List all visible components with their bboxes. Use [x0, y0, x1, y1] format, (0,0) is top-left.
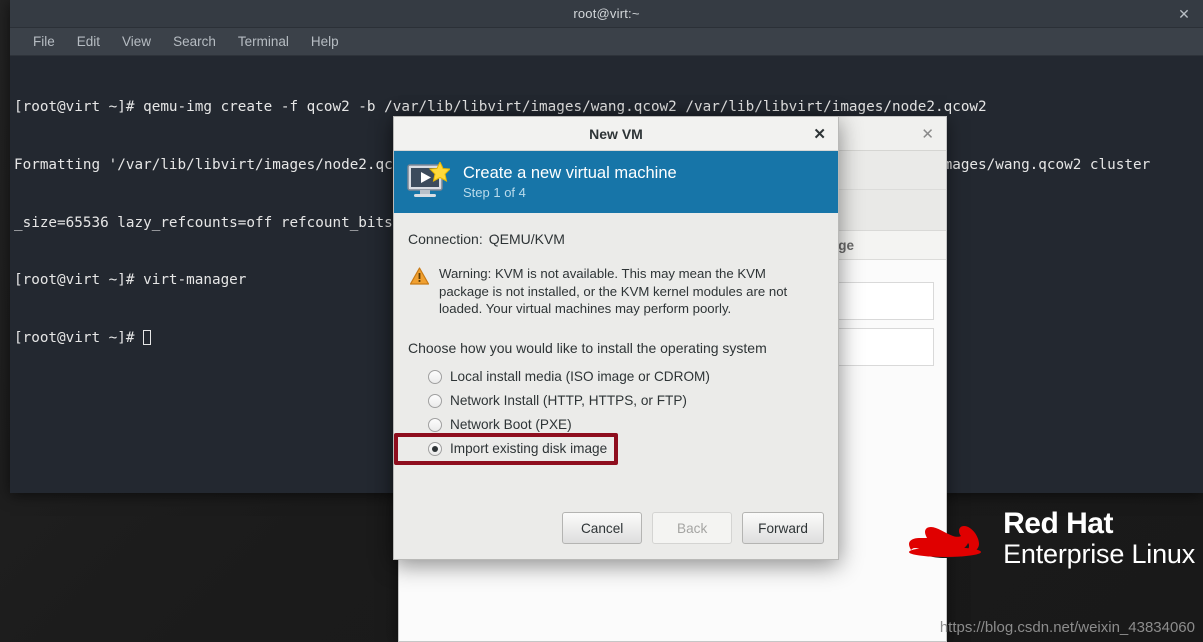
- connection-label: Connection:: [408, 231, 483, 247]
- radio-network-install[interactable]: Network Install (HTTP, HTTPS, or FTP): [428, 389, 824, 413]
- menu-help[interactable]: Help: [300, 31, 350, 52]
- terminal-title: root@virt:~: [573, 6, 640, 21]
- banner-title: Create a new virtual machine: [463, 164, 677, 182]
- radio-local-install-media[interactable]: Local install media (ISO image or CDROM): [428, 365, 824, 389]
- banner-step: Step 1 of 4: [463, 185, 526, 200]
- dialog-titlebar: New VM ✕: [394, 117, 838, 151]
- close-icon[interactable]: ✕: [1175, 5, 1193, 23]
- radio-network-boot-pxe[interactable]: Network Boot (PXE): [428, 413, 824, 437]
- red-hat-branding: Red Hat Enterprise Linux: [899, 508, 1195, 569]
- install-method-radio-group: Local install media (ISO image or CDROM)…: [394, 365, 824, 465]
- watermark: https://blog.csdn.net/weixin_43834060: [939, 619, 1195, 636]
- connection-value: QEMU/KVM: [488, 231, 565, 247]
- radio-label: Local install media (ISO image or CDROM): [450, 369, 710, 384]
- banner-text-group: Create a new virtual machine Step 1 of 4: [463, 164, 677, 200]
- screen: root@virt:~ ✕ File Edit View Search Term…: [0, 0, 1203, 642]
- radio-button-icon[interactable]: [428, 393, 442, 408]
- back-button: Back: [652, 512, 733, 544]
- menu-search[interactable]: Search: [162, 31, 227, 52]
- close-icon[interactable]: ✕: [921, 125, 934, 143]
- brand-line-2: Enterprise Linux: [1003, 539, 1195, 570]
- dialog-title: New VM: [589, 125, 643, 142]
- dialog-body: Connection: QEMU/KVM Warning: KVM is not …: [394, 213, 838, 497]
- new-vm-dialog: New VM ✕ Create a new virtual machine St…: [393, 116, 839, 560]
- menu-view[interactable]: View: [111, 31, 162, 52]
- close-icon[interactable]: ✕: [813, 125, 826, 143]
- brand-line-1: Red Hat: [1003, 507, 1113, 541]
- radio-label: Network Boot (PXE): [450, 417, 572, 432]
- menu-edit[interactable]: Edit: [66, 31, 111, 52]
- red-hat-fedora-icon: [899, 508, 991, 569]
- radio-button-icon[interactable]: [428, 417, 442, 432]
- radio-import-existing-disk-image[interactable]: Import existing disk image: [428, 437, 824, 461]
- kvm-warning: Warning: KVM is not available. This may …: [408, 265, 824, 318]
- radio-button-icon[interactable]: [428, 441, 442, 456]
- radio-label: Network Install (HTTP, HTTPS, or FTP): [450, 393, 687, 408]
- dialog-footer: Cancel Back Forward: [394, 497, 838, 559]
- cancel-button[interactable]: Cancel: [562, 512, 643, 544]
- choose-install-label: Choose how you would like to install the…: [408, 339, 767, 356]
- dialog-banner: Create a new virtual machine Step 1 of 4: [394, 151, 838, 213]
- forward-button[interactable]: Forward: [742, 512, 824, 544]
- terminal-prompt: [root@virt ~]#: [14, 329, 144, 346]
- terminal-cursor: [143, 329, 152, 345]
- connection-row: Connection: QEMU/KVM: [408, 231, 824, 247]
- brand-text: Red Hat Enterprise Linux: [1003, 508, 1195, 568]
- terminal-menubar: File Edit View Search Terminal Help: [10, 28, 1203, 56]
- menu-terminal[interactable]: Terminal: [227, 31, 300, 52]
- radio-label: Import existing disk image: [450, 441, 608, 456]
- warning-text: Warning: KVM is not available. This may …: [439, 266, 788, 316]
- terminal-line: [root@virt ~]# qemu-img create -f qcow2 …: [14, 99, 987, 116]
- menu-file[interactable]: File: [22, 31, 66, 52]
- new-vm-icon: [406, 160, 452, 202]
- radio-button-icon[interactable]: [428, 369, 442, 384]
- warning-icon: [409, 267, 430, 285]
- terminal-titlebar: root@virt:~ ✕: [10, 0, 1203, 28]
